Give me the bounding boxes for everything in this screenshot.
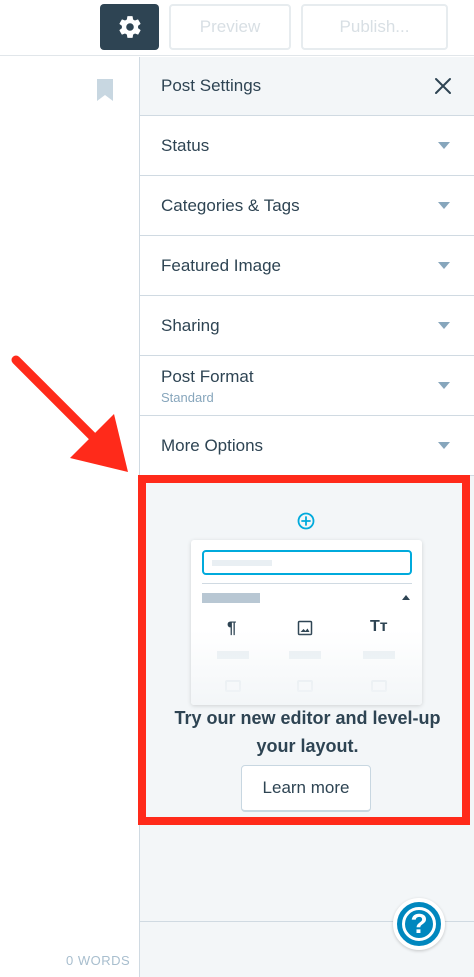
chevron-down-icon bbox=[438, 442, 450, 449]
word-count: 0 WORDS bbox=[66, 953, 131, 968]
panel-status[interactable]: Status bbox=[140, 116, 474, 176]
arrow-icon bbox=[11, 355, 128, 472]
sidebar-title: Post Settings bbox=[161, 76, 262, 95]
bookmark-icon[interactable] bbox=[96, 79, 114, 101]
top-toolbar: Preview Publish... bbox=[0, 0, 474, 56]
panel-sharing[interactable]: Sharing bbox=[140, 296, 474, 356]
chevron-down-icon bbox=[438, 382, 450, 389]
panel-more-options[interactable]: More Options bbox=[140, 416, 474, 476]
panel-label: Featured Image bbox=[161, 255, 282, 275]
panel-label: Post Format bbox=[161, 366, 254, 386]
panel-label: Sharing bbox=[161, 315, 220, 335]
question-mark-icon: ? bbox=[402, 907, 436, 941]
chevron-down-icon bbox=[438, 262, 450, 269]
panel-label: More Options bbox=[161, 435, 264, 455]
panel-featured-image[interactable]: Featured Image bbox=[140, 236, 474, 296]
close-icon[interactable] bbox=[434, 77, 452, 95]
editor-area[interactable]: 0 WORDS bbox=[0, 57, 139, 977]
panel-post-format[interactable]: Post Format Standard bbox=[140, 356, 474, 416]
publish-button[interactable]: Publish... bbox=[301, 4, 448, 50]
chevron-down-icon bbox=[438, 142, 450, 149]
sidebar-header: Post Settings bbox=[140, 57, 474, 116]
panel-label: Status bbox=[161, 135, 210, 155]
highlight-box bbox=[138, 475, 470, 825]
settings-button[interactable] bbox=[100, 4, 159, 50]
gear-icon bbox=[118, 16, 141, 38]
panel-label: Categories & Tags bbox=[161, 195, 300, 215]
panel-sublabel: Standard bbox=[161, 389, 214, 405]
panel-categories-tags[interactable]: Categories & Tags bbox=[140, 176, 474, 236]
chevron-down-icon bbox=[438, 202, 450, 209]
help-button[interactable]: ? bbox=[393, 898, 445, 950]
preview-button[interactable]: Preview bbox=[169, 4, 291, 50]
chevron-down-icon bbox=[438, 322, 450, 329]
